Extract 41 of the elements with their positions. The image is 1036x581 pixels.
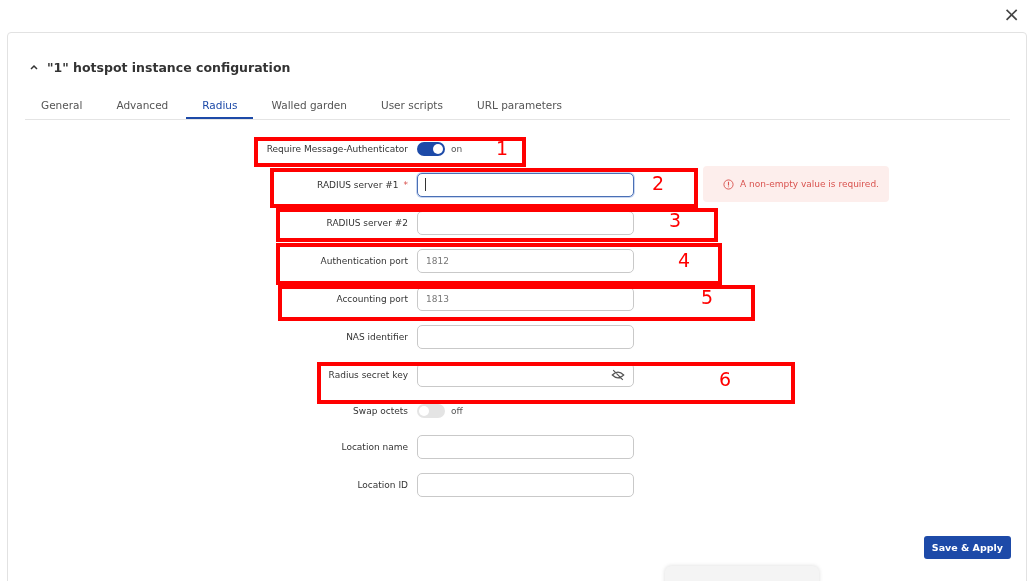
tab[interactable]: User scripts — [364, 99, 459, 119]
input-field[interactable] — [417, 173, 634, 197]
annotation-number: 5 — [701, 288, 714, 307]
hidden-eye-icon[interactable] — [611, 368, 625, 382]
annotation-number: 1 — [496, 139, 509, 158]
required-mark: * — [403, 180, 408, 190]
input-field[interactable]: 1812 — [417, 249, 634, 273]
warning-icon — [723, 178, 734, 190]
field-label: NAS identifier — [346, 332, 408, 342]
annotation-number: 3 — [669, 211, 682, 230]
close-button[interactable]: × — [999, 2, 1024, 26]
field-label: RADIUS server #1 — [317, 180, 399, 190]
toggle-state: on — [451, 144, 463, 154]
field-label: Location name — [341, 442, 408, 452]
field-label: Swap octets — [353, 406, 408, 416]
toggle-switch[interactable] — [417, 404, 445, 418]
field-label: Radius secret key — [328, 370, 408, 380]
tab[interactable]: URL parameters — [460, 99, 579, 119]
toggle-state: off — [451, 406, 463, 416]
annotation-number: 2 — [652, 174, 665, 193]
input-field[interactable]: 1813 — [417, 287, 634, 311]
field-label: RADIUS server #2 — [326, 218, 408, 228]
section-title: "1" hotspot instance configuration — [47, 59, 291, 75]
field-label: Location ID — [357, 480, 408, 490]
toggle-switch[interactable] — [417, 142, 445, 156]
tab[interactable]: General — [25, 99, 99, 119]
tab[interactable]: Advanced — [100, 99, 185, 119]
save-apply-button[interactable]: Save & Apply — [923, 536, 1011, 559]
field-label: Require Message-Authenticator — [266, 144, 408, 154]
annotation-number: 4 — [678, 251, 691, 270]
error-message: A non-empty value is required. — [740, 179, 879, 189]
input-field[interactable] — [417, 325, 634, 349]
input-field[interactable] — [417, 435, 634, 459]
field-label: Accounting port — [336, 294, 408, 304]
tab[interactable]: Radius — [186, 99, 254, 119]
input-field[interactable] — [417, 211, 634, 235]
input-field[interactable] — [417, 473, 634, 497]
tab[interactable]: Walled garden — [255, 99, 363, 119]
field-label: Authentication port — [320, 256, 408, 266]
annotation-number: 6 — [719, 370, 732, 389]
collapse-icon[interactable] — [29, 62, 39, 72]
